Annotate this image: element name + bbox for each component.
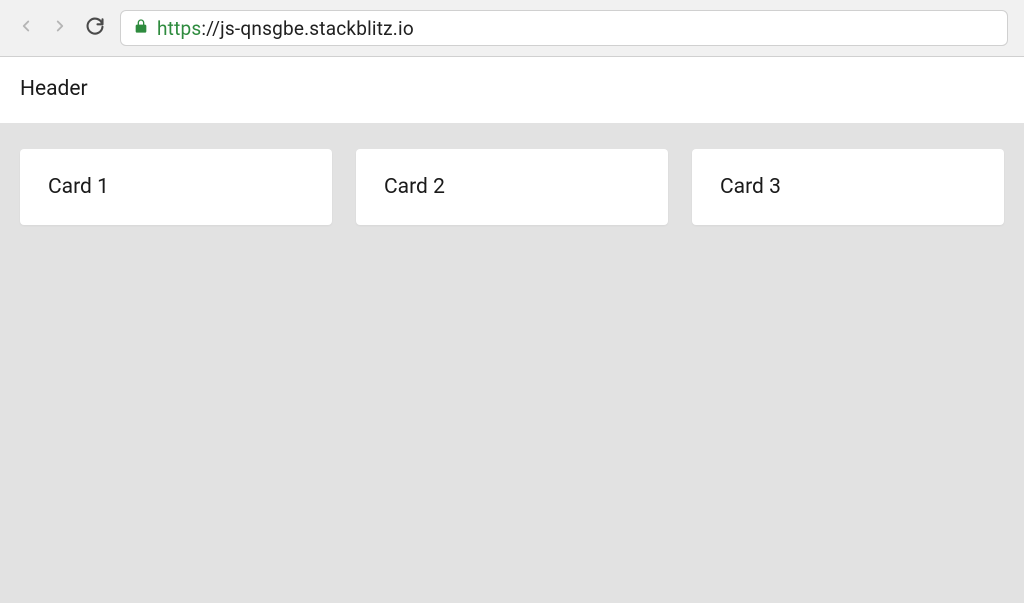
lock-icon: [133, 18, 149, 38]
forward-arrow-icon: [51, 17, 69, 39]
url-text: https://js-qnsgbe.stackblitz.io: [157, 17, 414, 40]
card-grid: Card 1 Card 2 Card 3: [20, 149, 1004, 225]
address-bar[interactable]: https://js-qnsgbe.stackblitz.io: [120, 10, 1008, 46]
reload-button[interactable]: [84, 17, 106, 39]
url-scheme: https: [157, 17, 201, 40]
card: Card 2: [356, 149, 668, 225]
card-title: Card 1: [48, 175, 304, 199]
back-button[interactable]: [16, 18, 36, 38]
page-header: Header: [0, 57, 1024, 123]
forward-button[interactable]: [50, 18, 70, 38]
card: Card 3: [692, 149, 1004, 225]
card: Card 1: [20, 149, 332, 225]
card-title: Card 2: [384, 175, 640, 199]
card-title: Card 3: [720, 175, 976, 199]
page-title: Header: [20, 77, 1004, 101]
nav-buttons: [16, 17, 106, 39]
browser-toolbar: https://js-qnsgbe.stackblitz.io: [0, 0, 1024, 57]
page-body: Card 1 Card 2 Card 3: [0, 123, 1024, 603]
reload-icon: [85, 16, 105, 40]
back-arrow-icon: [17, 17, 35, 39]
url-rest: ://js-qnsgbe.stackblitz.io: [201, 17, 413, 40]
